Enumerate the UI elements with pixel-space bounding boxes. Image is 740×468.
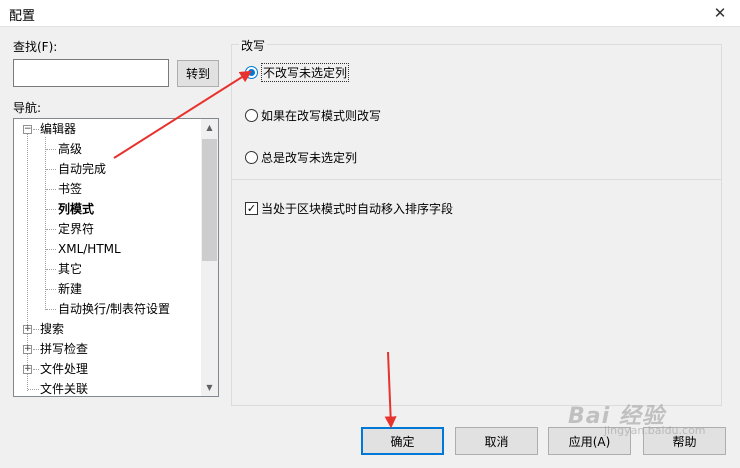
checkbox-auto-sort-field[interactable]: ✓ 当处于区块模式时自动移入排序字段 [245, 199, 453, 217]
option-label: 总是改写未选定列 [261, 150, 358, 165]
expand-icon[interactable]: + [23, 345, 32, 354]
tree-item-file-handling[interactable]: 文件处理 [40, 359, 88, 379]
scroll-down-icon[interactable]: ▼ [201, 379, 218, 396]
tree-item-new[interactable]: 新建 [58, 279, 82, 299]
baidu-watermark: Bai 经验 jingyan.baidu.com [560, 398, 730, 448]
ok-button[interactable]: 确定 [361, 427, 444, 455]
scroll-up-icon[interactable]: ▲ [201, 119, 218, 136]
group-separator [232, 179, 721, 180]
close-icon[interactable]: ✕ [700, 0, 740, 26]
option-label: 不改写未选定列 [261, 62, 350, 82]
navigation-tree[interactable]: − 编辑器 高级 自动完成 书签 列模式 定界符 XML/HTML 其它 新建 … [13, 118, 219, 397]
tree-item-file-association[interactable]: 文件关联 [40, 379, 88, 396]
radio-icon[interactable] [245, 150, 258, 164]
tree-item-other[interactable]: 其它 [58, 259, 82, 279]
overwrite-group [231, 44, 722, 406]
radio-overwrite-if-mode[interactable]: 如果在改写模式则改写 [245, 106, 381, 124]
checkbox-label: 当处于区块模式时自动移入排序字段 [261, 201, 454, 216]
tree-item-advanced[interactable]: 高级 [58, 139, 82, 159]
tree-item-delimiters[interactable]: 定界符 [58, 219, 94, 239]
tree-item-wrap-tabs[interactable]: 自动换行/制表符设置 [58, 299, 170, 319]
group-title: 改写 [239, 37, 268, 54]
tree-item-search[interactable]: 搜索 [40, 319, 64, 339]
tree-item-bookmarks[interactable]: 书签 [58, 179, 82, 199]
tree-item-autocomplete[interactable]: 自动完成 [58, 159, 106, 179]
tree-scrollbar[interactable]: ▲ ▼ [201, 119, 218, 396]
watermark-url: jingyan.baidu.com [604, 424, 706, 437]
option-label: 如果在改写模式则改写 [261, 108, 382, 123]
nav-label: 导航: [13, 101, 42, 115]
expand-icon[interactable]: + [23, 325, 32, 334]
radio-always-overwrite[interactable]: 总是改写未选定列 [245, 148, 357, 166]
radio-icon[interactable] [245, 65, 258, 79]
tree-item-spellcheck[interactable]: 拼写检查 [40, 339, 88, 359]
radio-no-overwrite[interactable]: 不改写未选定列 [245, 62, 350, 82]
title-bar: 配置 ✕ [0, 0, 740, 27]
expand-icon[interactable]: + [23, 365, 32, 374]
tree-item-editor[interactable]: 编辑器 [40, 119, 76, 139]
find-input[interactable] [13, 59, 169, 87]
tree-item-column-mode[interactable]: 列模式 [58, 199, 94, 219]
cancel-button[interactable]: 取消 [455, 427, 538, 455]
window-title: 配置 [9, 9, 36, 24]
radio-icon[interactable] [245, 108, 258, 122]
goto-button[interactable]: 转到 [177, 60, 219, 87]
scroll-thumb[interactable] [202, 139, 217, 261]
tree-item-xml-html[interactable]: XML/HTML [58, 239, 121, 259]
collapse-icon[interactable]: − [23, 125, 32, 134]
checkbox-icon[interactable]: ✓ [245, 201, 258, 215]
find-label: 查找(F): [13, 40, 58, 54]
